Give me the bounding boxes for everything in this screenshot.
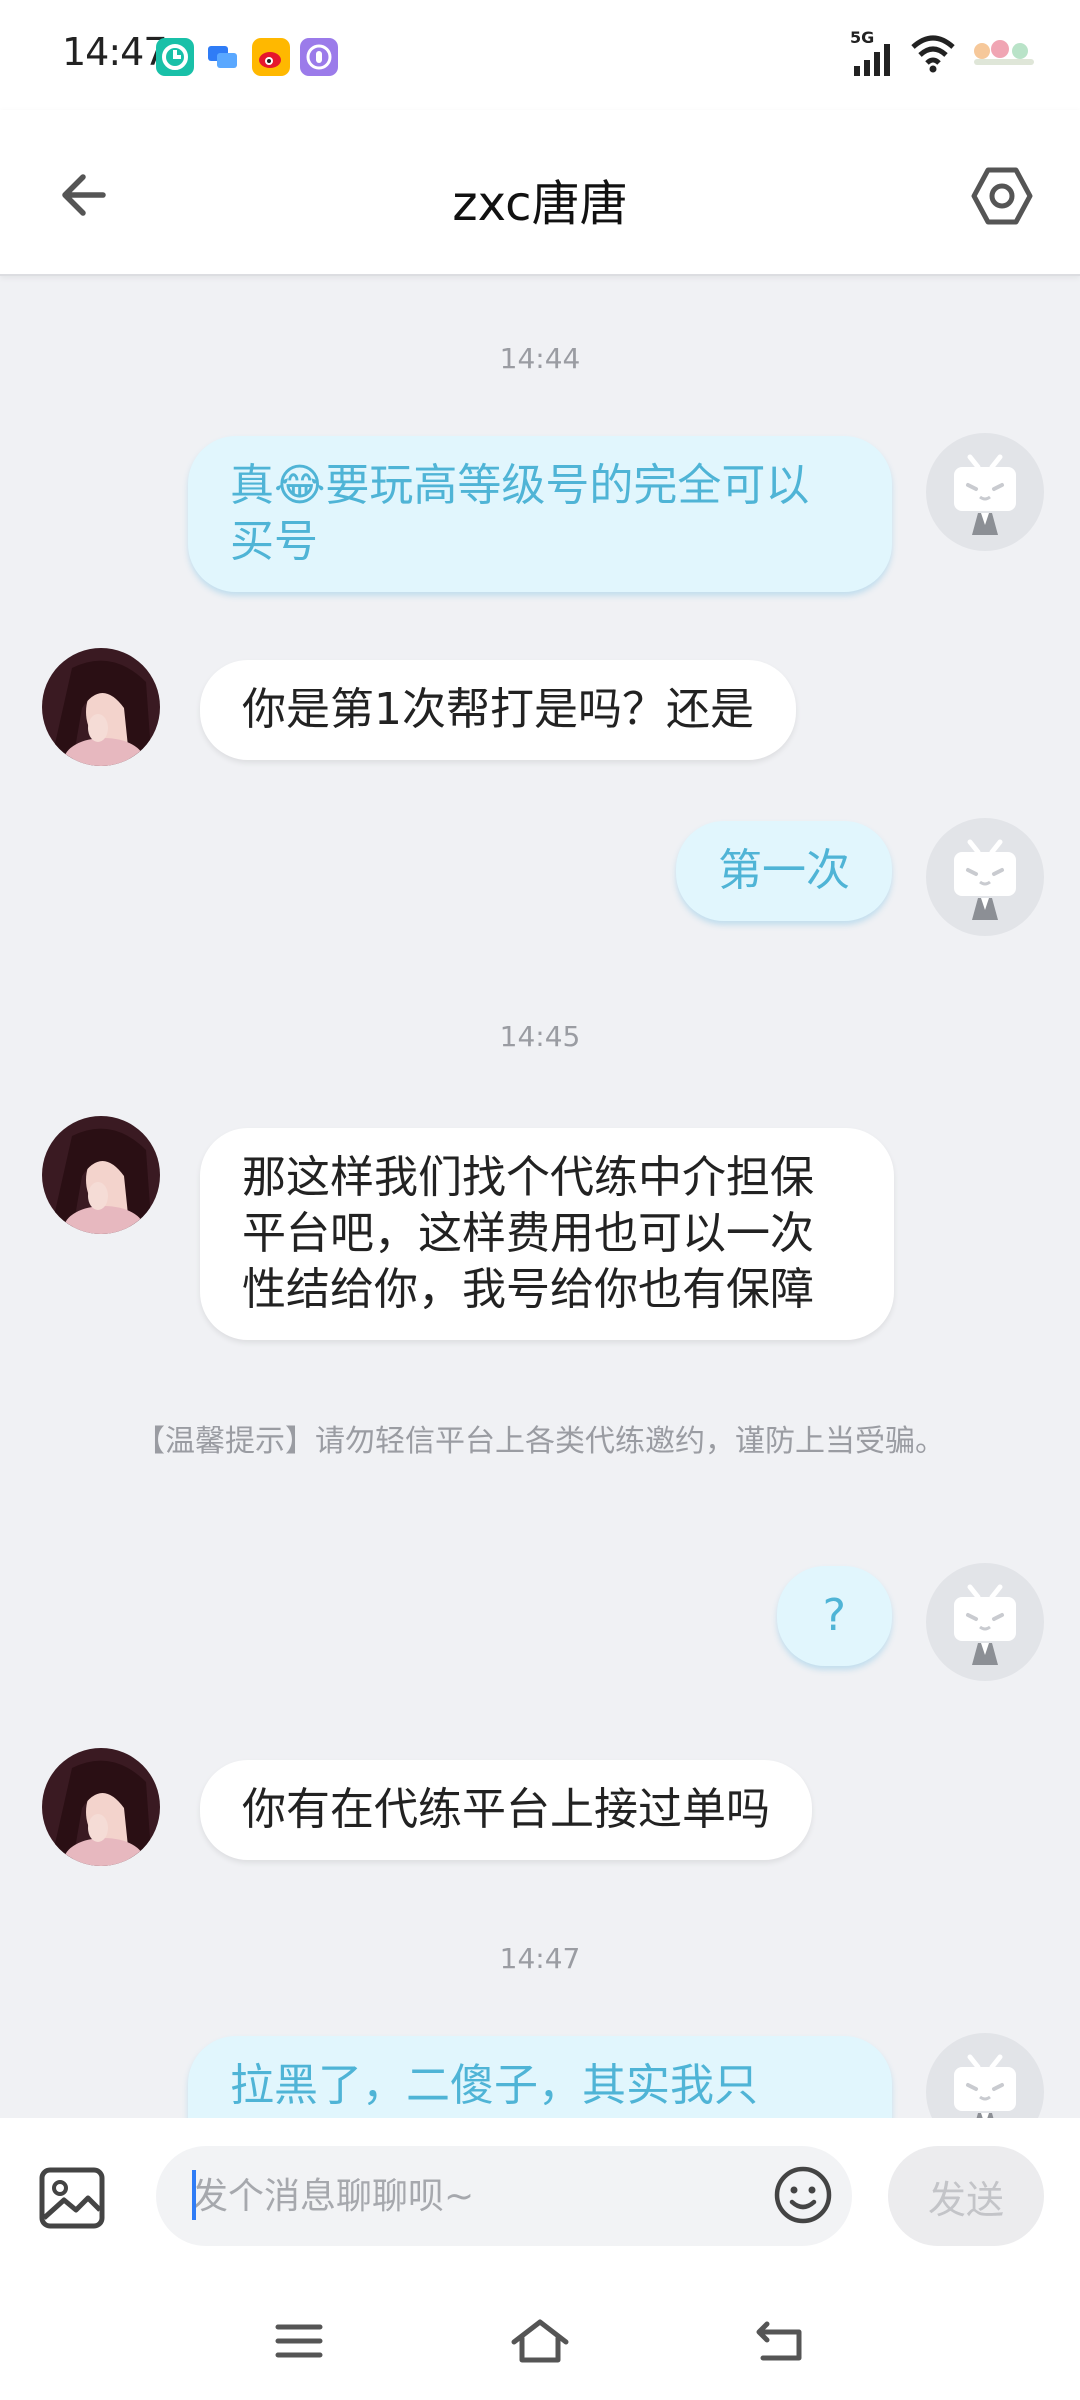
- battery-decor-icon: [970, 35, 1040, 75]
- nav-back-button[interactable]: [745, 2306, 815, 2376]
- my-avatar[interactable]: [926, 433, 1044, 551]
- message-list[interactable]: 14:44 真😂要玩高等级号的完全可以买号 你是第1次帮打是吗？还是 第一次 1…: [0, 278, 1080, 2118]
- app-notification-icon: [156, 38, 194, 76]
- send-button[interactable]: 发送: [888, 2146, 1044, 2246]
- contact-avatar[interactable]: [42, 1748, 160, 1866]
- menu-icon: [275, 2324, 323, 2358]
- chat-screen: 14:47 5G zxc唐唐 14:44 真😂要玩高等级号的完全可以买号 你是第…: [0, 0, 1080, 2400]
- wifi-icon: [910, 33, 956, 77]
- podcast-notification-icon: [300, 38, 338, 76]
- status-time: 14:47: [62, 30, 168, 74]
- hexagon-settings-icon: [971, 167, 1033, 225]
- timestamp: 14:44: [499, 342, 581, 375]
- emoji-button[interactable]: [772, 2164, 834, 2226]
- signal-5g-icon: 5G: [850, 28, 896, 78]
- timestamp: 14:47: [499, 1942, 581, 1975]
- nav-home-button[interactable]: [505, 2306, 575, 2376]
- message-input[interactable]: [156, 2146, 852, 2246]
- smiley-icon: [774, 2166, 832, 2224]
- sent-message-bubble[interactable]: 第一次: [676, 821, 892, 921]
- chat-title: zxc唐唐: [452, 176, 628, 232]
- weibo-notification-icon: [252, 38, 290, 76]
- contact-avatar[interactable]: [42, 1116, 160, 1234]
- tv-mascot-icon: [954, 2054, 1016, 2118]
- status-bar: 14:47 5G: [0, 0, 1080, 110]
- image-icon: [39, 2167, 105, 2229]
- contact-avatar[interactable]: [42, 648, 160, 766]
- safety-tip-text: 【温馨提示】请勿轻信平台上各类代练邀约，谨防上当受骗。: [135, 1424, 945, 1459]
- my-avatar[interactable]: [926, 818, 1044, 936]
- tv-mascot-icon: [954, 839, 1016, 920]
- home-icon: [511, 2319, 569, 2363]
- received-message-bubble[interactable]: 那这样我们找个代练中介担保平台吧，这样费用也可以一次性结给你，我号给你也有保障: [200, 1128, 894, 1340]
- nav-menu-button[interactable]: [264, 2306, 334, 2376]
- image-button[interactable]: [36, 2162, 108, 2234]
- sent-message-bubble[interactable]: ?: [776, 1566, 892, 1666]
- sent-message-bubble[interactable]: 拉黑了，二傻子，其实我只: [188, 2036, 892, 2118]
- input-bar: 发送: [0, 2118, 1080, 2278]
- sent-message-bubble[interactable]: 真😂要玩高等级号的完全可以买号: [188, 436, 892, 592]
- tv-mascot-icon: [954, 1584, 1016, 1665]
- received-message-bubble[interactable]: 你有在代练平台上接过单吗: [200, 1760, 812, 1860]
- settings-button[interactable]: [962, 156, 1042, 236]
- tv-mascot-icon: [954, 454, 1016, 535]
- chat-header: zxc唐唐: [0, 110, 1080, 276]
- return-icon: [756, 2321, 802, 2361]
- my-avatar[interactable]: [926, 1563, 1044, 1681]
- text-caret: [192, 2170, 196, 2220]
- status-right-group: 5G: [850, 28, 1040, 78]
- my-avatar[interactable]: [926, 2033, 1044, 2118]
- system-nav-bar: [0, 2278, 1080, 2400]
- message-notification-icon: [204, 38, 242, 76]
- received-message-bubble[interactable]: 你是第1次帮打是吗？还是: [200, 660, 796, 760]
- timestamp: 14:45: [499, 1020, 581, 1053]
